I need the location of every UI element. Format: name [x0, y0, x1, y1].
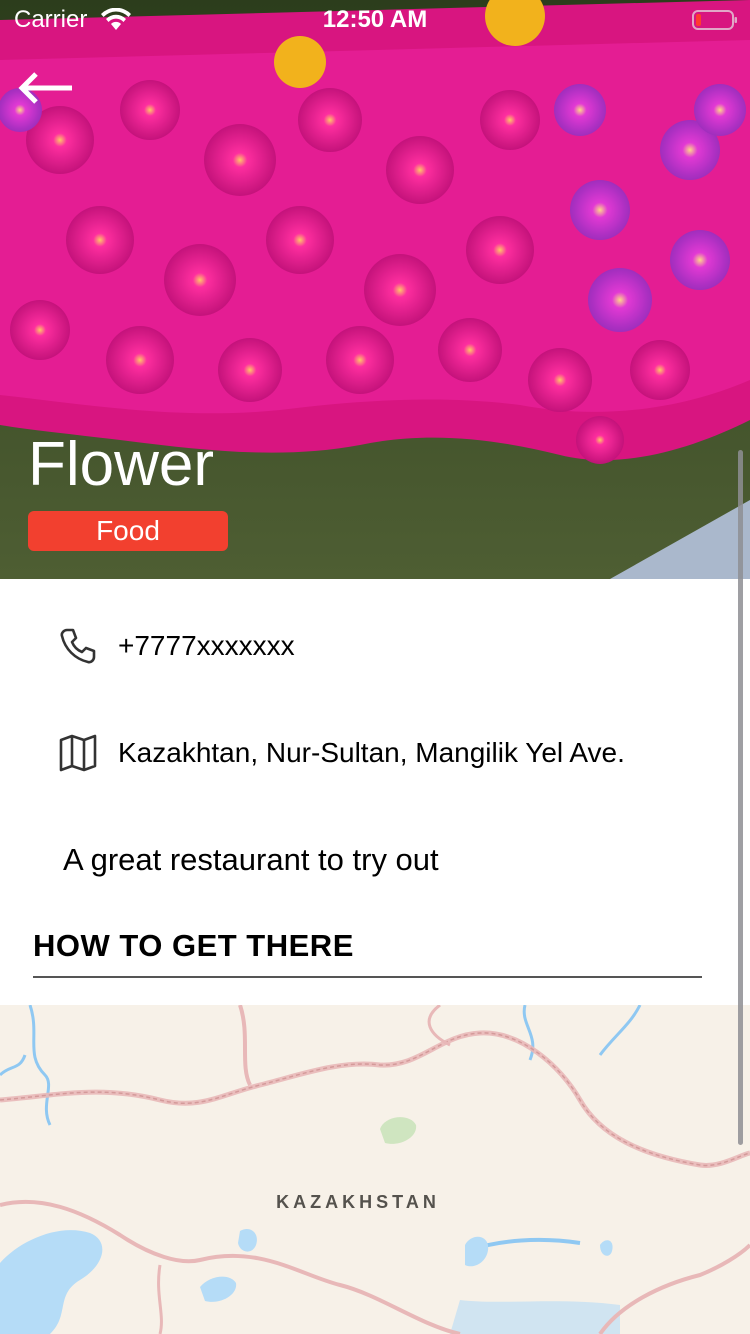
- phone-row[interactable]: +7777xxxxxxx: [58, 624, 295, 668]
- divider: [33, 976, 702, 978]
- arrow-left-icon: [18, 72, 72, 104]
- place-title: Flower: [28, 430, 215, 499]
- map-country-label: KAZAKHSTAN: [276, 1192, 440, 1212]
- address-row[interactable]: Kazakhtan, Nur-Sultan, Mangilik Yel Ave.: [58, 731, 625, 775]
- map-graphic: [0, 1005, 750, 1334]
- directions-map[interactable]: [0, 1005, 750, 1334]
- category-badge: Food: [28, 511, 228, 551]
- battery-icon: [692, 10, 737, 30]
- address-text: Kazakhtan, Nur-Sultan, Mangilik Yel Ave.: [118, 737, 625, 768]
- scroll-indicator[interactable]: [738, 450, 743, 1145]
- back-button[interactable]: [16, 68, 76, 108]
- phone-icon: [60, 628, 96, 664]
- hero-image: Carrier 12:50 AM Flower Food: [0, 0, 750, 579]
- status-bar: Carrier 12:50 AM: [0, 0, 750, 40]
- directions-header: HOW TO GET THERE: [33, 928, 354, 963]
- phone-number: +7777xxxxxxx: [118, 630, 295, 661]
- place-description: A great restaurant to try out: [63, 842, 439, 877]
- map-icon: [59, 734, 97, 772]
- clock: 12:50 AM: [322, 6, 428, 33]
